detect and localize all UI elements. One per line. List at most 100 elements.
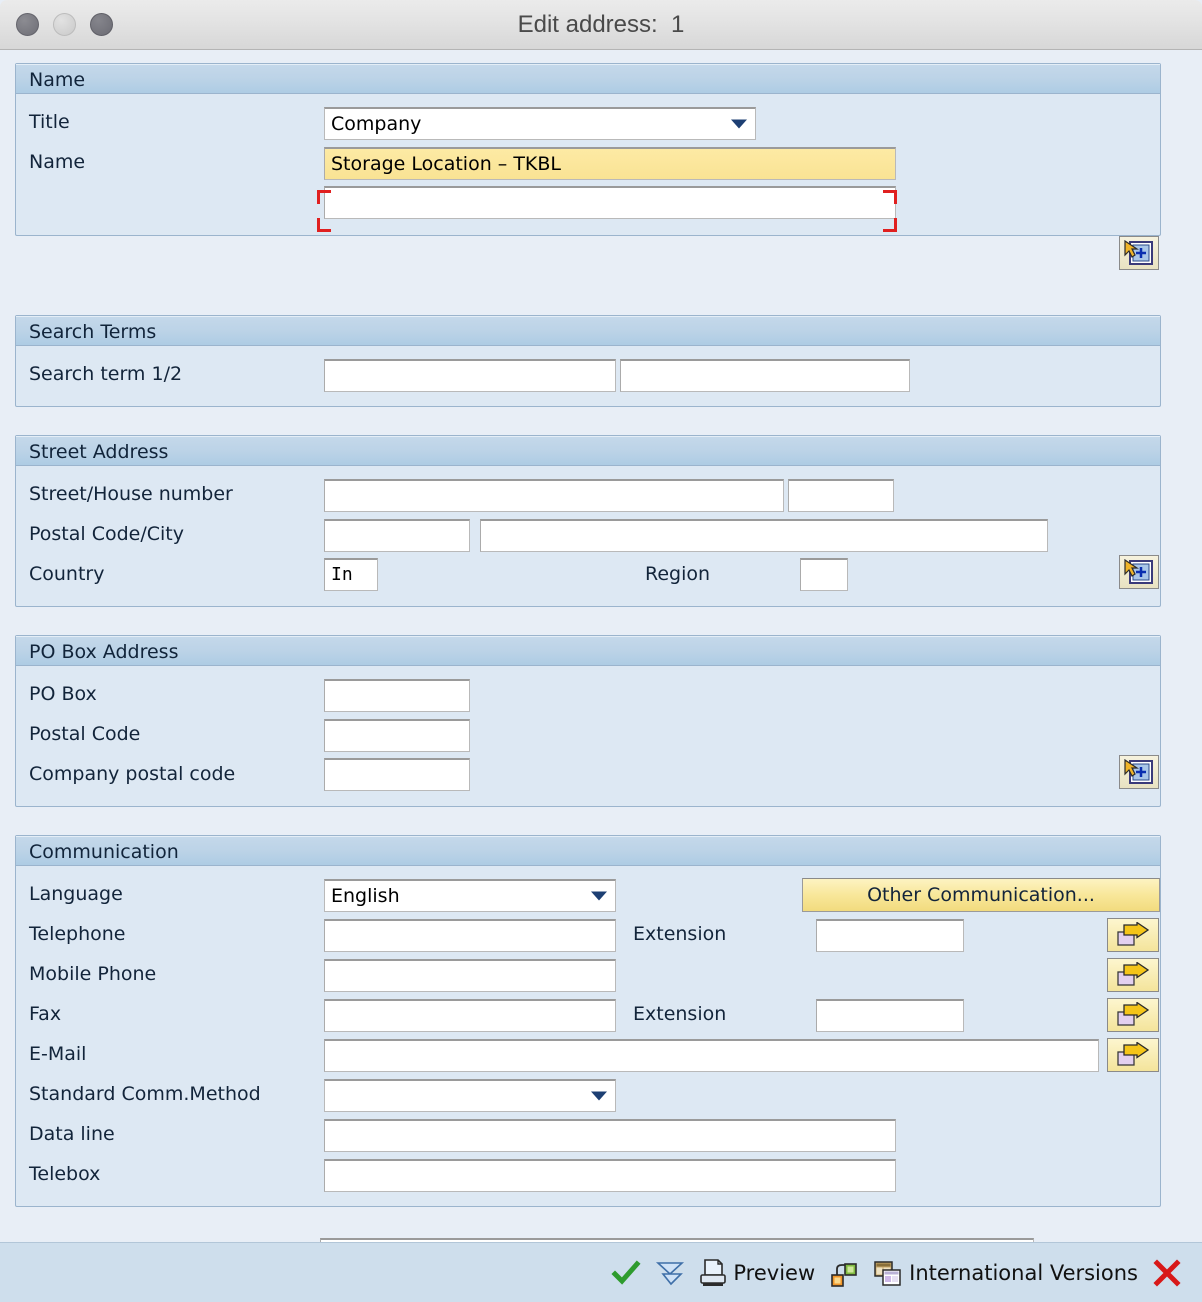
- label-language: Language: [29, 883, 123, 905]
- blue-down-arrow-icon: [656, 1261, 685, 1285]
- group-po-box-address: PO Box Address PO Box Postal Code Compan…: [15, 635, 1161, 807]
- label-search-term: Search term 1/2: [29, 363, 183, 385]
- yellow-arrow-right-icon: [1117, 1042, 1150, 1066]
- label-telephone-extension: Extension: [633, 923, 727, 945]
- data-line-input[interactable]: [324, 1119, 896, 1152]
- postal-code-input[interactable]: [324, 519, 470, 552]
- name-field-2[interactable]: [324, 186, 896, 219]
- group-street-address-title: Street Address: [29, 441, 169, 463]
- label-mobile-phone: Mobile Phone: [29, 963, 157, 985]
- po-box-expand-button[interactable]: [1119, 755, 1159, 789]
- label-data-line: Data line: [29, 1123, 115, 1145]
- group-communication-title: Communication: [29, 841, 179, 863]
- label-po-postal-code: Postal Code: [29, 723, 141, 745]
- company-postal-code-input[interactable]: [324, 758, 470, 791]
- search-term-2-input[interactable]: [620, 359, 910, 392]
- email-input[interactable]: [324, 1039, 1099, 1072]
- group-name-header: Name: [16, 64, 1160, 94]
- window-titlebar: Edit address: 1: [0, 0, 1202, 50]
- group-po-box-header: PO Box Address: [16, 636, 1160, 666]
- group-name-body: Title Company Name Storage Location – TK…: [16, 94, 1160, 234]
- group-search-terms-body: Search term 1/2: [16, 346, 1160, 405]
- preview-label: Preview: [733, 1260, 816, 1285]
- email-goto-button[interactable]: [1107, 1038, 1159, 1072]
- mobile-phone-input[interactable]: [324, 959, 616, 992]
- label-company-postal-code: Company postal code: [29, 763, 236, 785]
- standard-comm-method-dropdown[interactable]: [324, 1079, 616, 1112]
- label-postal-code-city: Postal Code/City: [29, 523, 184, 545]
- title-dropdown[interactable]: Company: [324, 107, 756, 140]
- telephone-extension-input[interactable]: [816, 919, 964, 952]
- preview-button[interactable]: Preview: [699, 1258, 815, 1288]
- label-fax: Fax: [29, 1003, 62, 1025]
- group-name: Name Title Company Name Storage Location…: [15, 63, 1161, 236]
- city-input[interactable]: [480, 519, 1048, 552]
- node-link-icon: [831, 1262, 857, 1287]
- group-communication: Communication Language English Other Com…: [15, 835, 1161, 1207]
- group-street-address-body: Street/House number Postal Code/City Cou…: [16, 466, 1160, 605]
- country-input[interactable]: In: [324, 558, 378, 591]
- region-input[interactable]: [800, 558, 848, 591]
- fax-input[interactable]: [324, 999, 616, 1032]
- group-communication-body: Language English Other Communication... …: [16, 866, 1160, 1205]
- dialog-footer-toolbar: Preview International Versions: [0, 1242, 1202, 1302]
- red-x-icon: [1153, 1258, 1181, 1287]
- enter-button[interactable]: [655, 1258, 685, 1288]
- language-value: English: [331, 885, 400, 907]
- overlapping-windows-icon: [874, 1260, 901, 1286]
- name-expand-button[interactable]: [1119, 236, 1159, 270]
- international-versions-label: International Versions: [909, 1260, 1138, 1285]
- label-telephone: Telephone: [29, 923, 126, 945]
- dialog-content: Name Title Company Name Storage Location…: [0, 50, 1202, 1302]
- fax-extension-input[interactable]: [816, 999, 964, 1032]
- fax-goto-button[interactable]: [1107, 998, 1159, 1032]
- other-communication-button[interactable]: Other Communication...: [802, 878, 1160, 912]
- telephone-input[interactable]: [324, 919, 616, 952]
- country-value: In: [331, 564, 353, 585]
- label-telebox: Telebox: [29, 1163, 101, 1185]
- group-street-address: Street Address Street/House number Posta…: [15, 435, 1161, 607]
- group-search-terms-title: Search Terms: [29, 321, 157, 343]
- group-communication-header: Communication: [16, 836, 1160, 866]
- insert-row-icon: [1124, 759, 1153, 784]
- label-country: Country: [29, 563, 105, 585]
- window-title: Edit address: 1: [517, 11, 685, 38]
- group-po-box-title: PO Box Address: [29, 641, 179, 663]
- search-term-1-input[interactable]: [324, 359, 616, 392]
- telephone-goto-button[interactable]: [1107, 918, 1159, 952]
- group-search-terms: Search Terms Search term 1/2: [15, 315, 1161, 407]
- confirm-button[interactable]: [611, 1258, 641, 1288]
- green-check-icon: [611, 1259, 641, 1285]
- language-dropdown[interactable]: English: [324, 879, 616, 912]
- label-name: Name: [29, 151, 86, 173]
- yellow-arrow-right-icon: [1117, 922, 1150, 946]
- label-street-house-number: Street/House number: [29, 483, 233, 505]
- group-search-terms-header: Search Terms: [16, 316, 1160, 346]
- house-number-input[interactable]: [788, 479, 894, 512]
- chevron-down-icon: [731, 119, 747, 129]
- telebox-input[interactable]: [324, 1159, 896, 1192]
- name-field-1[interactable]: Storage Location – TKBL: [324, 147, 896, 180]
- po-postal-code-input[interactable]: [324, 719, 470, 752]
- label-title: Title: [29, 111, 70, 133]
- edit-address-window: Edit address: 1 Name Title Company Name …: [0, 0, 1202, 1302]
- chevron-down-icon: [591, 891, 607, 901]
- street-input[interactable]: [324, 479, 784, 512]
- printer-icon: [700, 1258, 727, 1286]
- title-dropdown-value: Company: [331, 113, 422, 135]
- insert-row-icon: [1124, 559, 1153, 584]
- street-expand-button[interactable]: [1119, 555, 1159, 589]
- international-versions-button[interactable]: International Versions: [873, 1258, 1138, 1288]
- name-field-1-value: Storage Location – TKBL: [331, 152, 562, 175]
- label-region: Region: [645, 563, 711, 585]
- relations-button[interactable]: [829, 1258, 859, 1288]
- chevron-down-icon: [591, 1091, 607, 1101]
- other-communication-label: Other Communication...: [867, 884, 1095, 906]
- label-standard-comm-method: Standard Comm.Method: [29, 1083, 261, 1105]
- po-box-input[interactable]: [324, 679, 470, 712]
- label-po-box: PO Box: [29, 683, 97, 705]
- group-po-box-body: PO Box Postal Code Company postal code: [16, 666, 1160, 805]
- cancel-button[interactable]: [1152, 1258, 1182, 1288]
- yellow-arrow-right-icon: [1117, 962, 1150, 986]
- mobile-goto-button[interactable]: [1107, 958, 1159, 992]
